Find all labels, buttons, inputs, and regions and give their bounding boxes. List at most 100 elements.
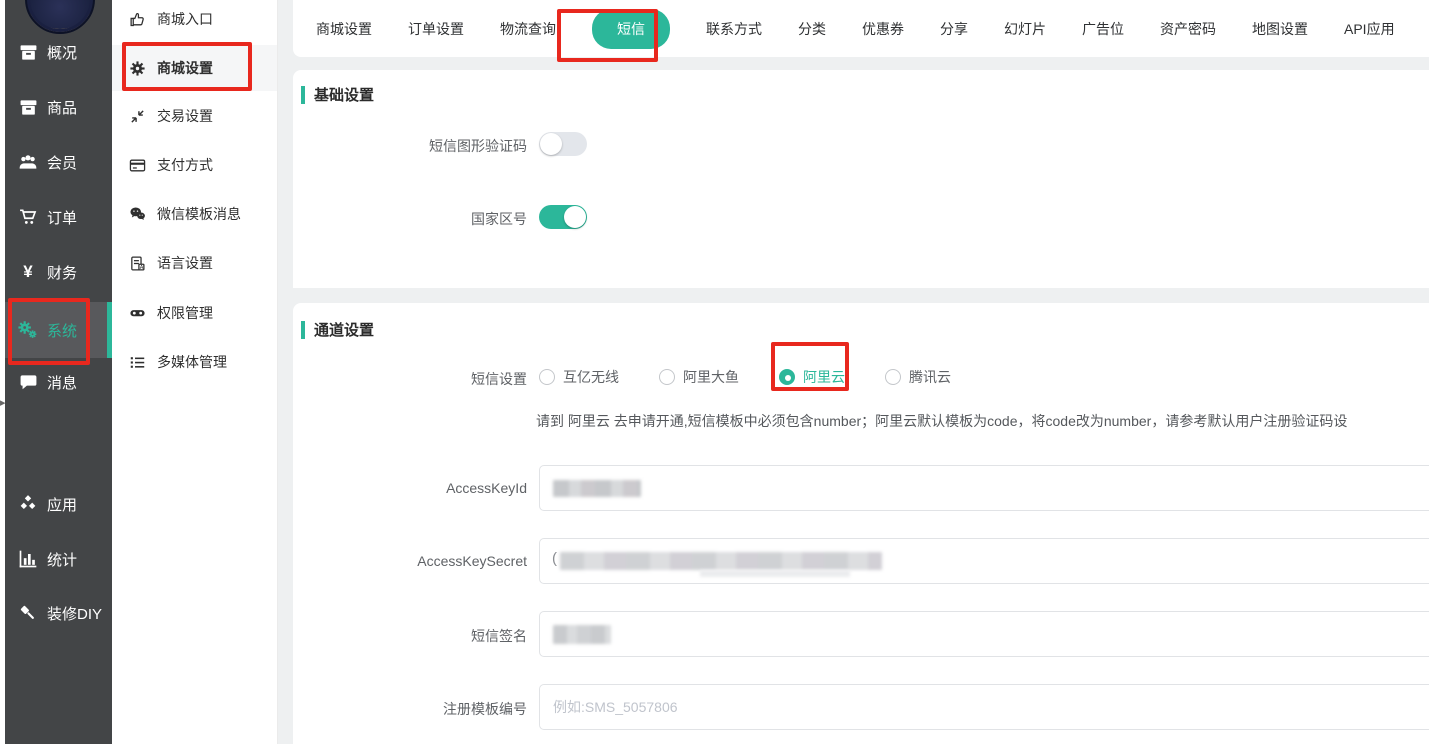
submenu-item-mall-entry[interactable]: 商城入口 [112,0,277,41]
submenu-item-language-settings[interactable]: A 语言设置 [112,241,277,285]
tab-slides[interactable]: 幻灯片 [1004,19,1046,39]
redacted-value [553,625,611,644]
radio-circle-icon [779,369,795,385]
submenu-item-media[interactable]: 多媒体管理 [112,340,277,384]
mall-settings-gear-icon [129,60,146,77]
message-bubble-icon [18,372,38,392]
sidebar-item-system[interactable]: 系统 [5,302,112,358]
submenu-item-label: 微信模板消息 [157,204,241,224]
svg-text:A: A [140,265,144,271]
sidebar-item-label: 统计 [47,549,77,570]
sidebar-item-label: 概况 [47,42,77,63]
sms-provider-label: 短信设置 [293,369,527,389]
accesskeyid-input[interactable] [539,465,1429,511]
tab-mall-settings[interactable]: 商城设置 [316,19,372,39]
apps-cubes-icon [18,494,38,514]
basic-settings-card: 基础设置 短信图形验证码 国家区号 [293,70,1429,288]
accesskeysecret-label: AccessKeySecret [293,553,527,569]
sms-provider-radio-group: 互亿无线 阿里大鱼 阿里云 腾讯云 [539,367,951,387]
tab-ad-slot[interactable]: 广告位 [1082,19,1124,39]
section-header-channel: 通道设置 [301,319,374,340]
section-accent-bar [301,321,305,339]
register-template-label: 注册模板编号 [293,699,527,719]
tab-category[interactable]: 分类 [798,19,826,39]
radio-label: 阿里大鱼 [683,367,739,387]
submenu-item-label: 多媒体管理 [157,352,227,372]
redacted-value [560,552,882,570]
tab-logistics-query[interactable]: 物流查询 [500,19,556,39]
submenu-item-permission[interactable]: 权限管理 [112,291,277,335]
sidebar-item-label: 财务 [47,262,77,283]
accesskeysecret-input[interactable]: ( [539,538,1429,584]
radio-label: 互亿无线 [563,367,619,387]
sidebar-item-orders[interactable]: 订单 [5,191,112,243]
submenu-item-label: 商城设置 [157,58,213,78]
submenu-item-mall-settings[interactable]: 商城设置 [112,45,277,91]
submenu-item-wechat-template[interactable]: 微信模板消息 [112,192,277,236]
radio-circle-icon [885,369,901,385]
radio-circle-icon [539,369,555,385]
settings-submenu: 商城入口 商城设置 交易设置 支付方式 [112,0,278,744]
toggle-knob [564,206,586,228]
tab-share[interactable]: 分享 [940,19,968,39]
submenu-item-label: 权限管理 [157,303,213,323]
radio-label: 阿里云 [803,367,845,387]
sidebar-item-label: 会员 [47,152,77,173]
stats-chart-icon [18,549,38,569]
aliyun-help-text: 请到 阿里云 去申请开通,短信模板中必须包含number；阿里云默认模板为cod… [536,411,1347,431]
sidebar-item-label: 应用 [47,494,77,515]
sidebar-item-overview[interactable]: 概况 [5,26,112,78]
redacted-value [553,480,641,497]
tab-asset-password[interactable]: 资产密码 [1160,19,1216,39]
sms-signature-label: 短信签名 [293,626,527,646]
sidebar-item-diy[interactable]: 装修DIY [5,587,112,639]
tab-coupon[interactable]: 优惠券 [862,19,904,39]
sms-captcha-toggle[interactable] [539,132,587,156]
country-code-toggle[interactable] [539,205,587,229]
section-title: 通道设置 [314,319,374,340]
tab-order-settings[interactable]: 订单设置 [408,19,464,39]
radio-ali-dayu[interactable]: 阿里大鱼 [659,367,739,387]
sidebar-item-members[interactable]: 会员 [5,136,112,188]
members-icon [18,152,38,172]
admin-settings-page: ▸ 概况 商品 会员 订单 [0,0,1429,744]
settings-tabbar: 商城设置 订单设置 物流查询 短信 联系方式 分类 优惠券 分享 幻灯片 广告位… [293,0,1429,57]
sidebar-item-finance[interactable]: ¥ 财务 [5,246,112,298]
tab-contact[interactable]: 联系方式 [706,19,762,39]
submenu-item-payment-methods[interactable]: 支付方式 [112,143,277,187]
sms-signature-input[interactable] [539,611,1429,657]
section-title: 基础设置 [314,84,374,105]
main-sidebar: 概况 商品 会员 订单 ¥ 财务 [5,0,112,744]
radio-huyi-wireless[interactable]: 互亿无线 [539,367,619,387]
sidebar-item-label: 订单 [47,207,77,228]
redacted-value-shadow [700,570,850,577]
toggle-knob [540,133,562,155]
sidebar-item-goods[interactable]: 商品 [5,81,112,133]
sidebar-item-label: 装修DIY [47,603,102,624]
tab-sms[interactable]: 短信 [592,9,670,49]
goods-box-icon [18,97,38,117]
payment-card-icon [129,157,146,174]
sidebar-item-label: 商品 [47,97,77,118]
wechat-icon [129,206,146,223]
sidebar-item-stats[interactable]: 统计 [5,533,112,585]
redacted-first-char: ( [552,550,557,567]
permission-key-icon [129,305,146,322]
register-template-input[interactable] [540,685,1429,729]
tab-map-settings[interactable]: 地图设置 [1252,19,1308,39]
language-book-icon: A [129,255,146,272]
sidebar-item-label: 消息 [47,372,77,393]
country-code-label: 国家区号 [293,209,527,229]
diy-hammer-icon [18,603,38,623]
radio-label: 腾讯云 [909,367,951,387]
radio-aliyun[interactable]: 阿里云 [779,367,845,387]
sidebar-item-apps[interactable]: 应用 [5,478,112,530]
submenu-item-trade-settings[interactable]: 交易设置 [112,94,277,138]
tab-api-app[interactable]: API应用 [1344,19,1395,39]
radio-tencent-cloud[interactable]: 腾讯云 [885,367,951,387]
media-list-icon [129,354,146,371]
trade-settings-arrows-icon [129,108,146,125]
submenu-item-label: 交易设置 [157,106,213,126]
sidebar-item-messages[interactable]: 消息 [5,356,112,408]
sidebar-item-label: 系统 [47,320,77,341]
